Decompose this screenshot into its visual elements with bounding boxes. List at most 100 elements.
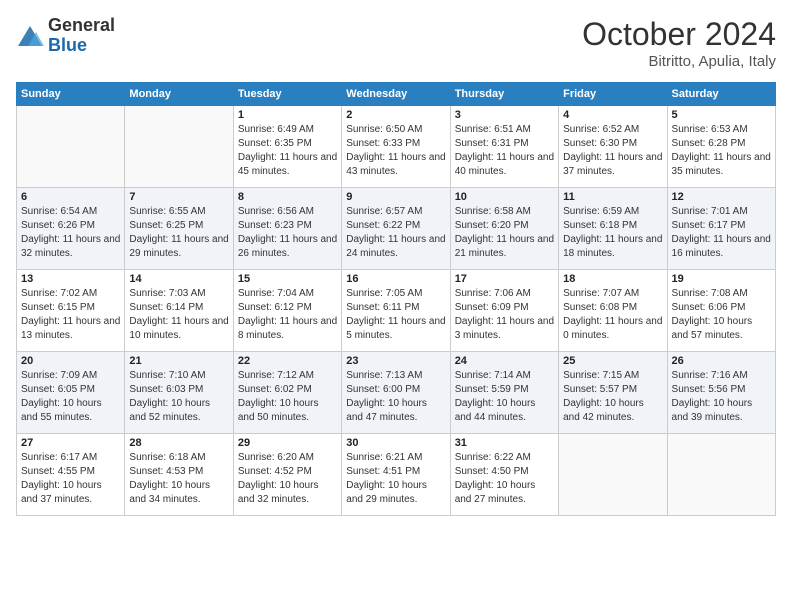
- day-number: 15: [238, 273, 337, 285]
- day-number: 28: [129, 437, 228, 449]
- title-block: October 2024 Bitritto, Apulia, Italy: [582, 16, 776, 70]
- day-info: Sunrise: 6:57 AM Sunset: 6:22 PM Dayligh…: [346, 205, 445, 261]
- day-info: Sunrise: 7:02 AM Sunset: 6:15 PM Dayligh…: [21, 287, 120, 343]
- day-info: Sunrise: 7:15 AM Sunset: 5:57 PM Dayligh…: [563, 369, 662, 425]
- day-number: 12: [672, 191, 771, 203]
- calendar-week-row: 1 Sunrise: 6:49 AM Sunset: 6:35 PM Daylig…: [17, 106, 776, 188]
- calendar-week-row: 20Sunrise: 7:09 AM Sunset: 6:05 PM Dayli…: [17, 352, 776, 434]
- table-row: 13 Sunrise: 7:02 AM Sunset: 6:15 PM Dayli…: [17, 270, 125, 352]
- logo-general-text: General: [48, 16, 115, 36]
- day-number: 5: [672, 109, 771, 121]
- table-row: 25 Sunrise: 7:15 AM Sunset: 5:57 PM Dayli…: [559, 352, 667, 434]
- day-info: Sunrise: 6:22 AM Sunset: 4:50 PM Dayligh…: [455, 451, 554, 507]
- logo-icon: [16, 22, 44, 50]
- day-number: 1: [238, 109, 337, 121]
- table-row: 23 Sunrise: 7:13 AM Sunset: 6:00 PM Dayli…: [342, 352, 450, 434]
- table-row: 28 Sunrise: 6:18 AM Sunset: 4:53 PM Dayli…: [125, 434, 233, 516]
- table-row: 19 Sunrise: 7:08 AM Sunset: 6:06 PM Dayli…: [667, 270, 775, 352]
- day-info: Sunrise: 7:10 AM Sunset: 6:03 PM Dayligh…: [129, 369, 228, 425]
- day-info: Sunrise: 7:08 AM Sunset: 6:06 PM Dayligh…: [672, 287, 771, 343]
- page: General Blue October 2024 Bitritto, Apul…: [0, 0, 792, 612]
- day-info: Sunrise: 7:12 AM Sunset: 6:02 PM Dayligh…: [238, 369, 337, 425]
- table-row: 7 Sunrise: 6:55 AM Sunset: 6:25 PM Daylig…: [125, 188, 233, 270]
- table-row: 10 Sunrise: 6:58 AM Sunset: 6:20 PM Dayli…: [450, 188, 558, 270]
- table-row: 2 Sunrise: 6:50 AM Sunset: 6:33 PM Daylig…: [342, 106, 450, 188]
- day-number: 11: [563, 191, 662, 203]
- table-row: 14 Sunrise: 7:03 AM Sunset: 6:14 PM Dayli…: [125, 270, 233, 352]
- table-row: 29 Sunrise: 6:20 AM Sunset: 4:52 PM Dayli…: [233, 434, 341, 516]
- day-info: Sunrise: 6:52 AM Sunset: 6:30 PM Dayligh…: [563, 123, 662, 179]
- day-number: 17: [455, 273, 554, 285]
- col-saturday: Saturday: [667, 83, 775, 106]
- table-row: 17Sunrise: 7:06 AM Sunset: 6:09 PM Dayli…: [450, 270, 558, 352]
- day-number: 3: [455, 109, 554, 121]
- table-row: 11Sunrise: 6:59 AM Sunset: 6:18 PM Dayli…: [559, 188, 667, 270]
- table-row: 4Sunrise: 6:52 AM Sunset: 6:30 PM Daylig…: [559, 106, 667, 188]
- day-info: Sunrise: 7:01 AM Sunset: 6:17 PM Dayligh…: [672, 205, 771, 261]
- table-row: 9 Sunrise: 6:57 AM Sunset: 6:22 PM Daylig…: [342, 188, 450, 270]
- day-number: 14: [129, 273, 228, 285]
- day-info: Sunrise: 6:58 AM Sunset: 6:20 PM Dayligh…: [455, 205, 554, 261]
- day-number: 10: [455, 191, 554, 203]
- table-row: 30 Sunrise: 6:21 AM Sunset: 4:51 PM Dayli…: [342, 434, 450, 516]
- day-number: 7: [129, 191, 228, 203]
- day-number: 19: [672, 273, 771, 285]
- day-number: 13: [21, 273, 120, 285]
- table-row: [667, 434, 775, 516]
- day-info: Sunrise: 7:13 AM Sunset: 6:00 PM Dayligh…: [346, 369, 445, 425]
- day-info: Sunrise: 7:05 AM Sunset: 6:11 PM Dayligh…: [346, 287, 445, 343]
- day-number: 2: [346, 109, 445, 121]
- table-row: 20Sunrise: 7:09 AM Sunset: 6:05 PM Dayli…: [17, 352, 125, 434]
- day-number: 23: [346, 355, 445, 367]
- table-row: 6Sunrise: 6:54 AM Sunset: 6:26 PM Daylig…: [17, 188, 125, 270]
- day-number: 16: [346, 273, 445, 285]
- logo-blue-text: Blue: [48, 36, 115, 56]
- day-info: Sunrise: 6:21 AM Sunset: 4:51 PM Dayligh…: [346, 451, 445, 507]
- day-number: 21: [129, 355, 228, 367]
- table-row: 27Sunrise: 6:17 AM Sunset: 4:55 PM Dayli…: [17, 434, 125, 516]
- table-row: 12 Sunrise: 7:01 AM Sunset: 6:17 PM Dayli…: [667, 188, 775, 270]
- col-thursday: Thursday: [450, 83, 558, 106]
- day-info: Sunrise: 6:53 AM Sunset: 6:28 PM Dayligh…: [672, 123, 771, 179]
- calendar-table: Sunday Monday Tuesday Wednesday Thursday…: [16, 82, 776, 516]
- location-title: Bitritto, Apulia, Italy: [582, 53, 776, 70]
- logo: General Blue: [16, 16, 115, 56]
- day-info: Sunrise: 7:03 AM Sunset: 6:14 PM Dayligh…: [129, 287, 228, 343]
- day-info: Sunrise: 6:54 AM Sunset: 6:26 PM Dayligh…: [21, 205, 120, 261]
- table-row: 24Sunrise: 7:14 AM Sunset: 5:59 PM Dayli…: [450, 352, 558, 434]
- table-row: 1 Sunrise: 6:49 AM Sunset: 6:35 PM Daylig…: [233, 106, 341, 188]
- day-info: Sunrise: 6:55 AM Sunset: 6:25 PM Dayligh…: [129, 205, 228, 261]
- table-row: [125, 106, 233, 188]
- header: General Blue October 2024 Bitritto, Apul…: [16, 16, 776, 70]
- table-row: 22Sunrise: 7:12 AM Sunset: 6:02 PM Dayli…: [233, 352, 341, 434]
- table-row: 16 Sunrise: 7:05 AM Sunset: 6:11 PM Dayli…: [342, 270, 450, 352]
- day-info: Sunrise: 6:18 AM Sunset: 4:53 PM Dayligh…: [129, 451, 228, 507]
- col-wednesday: Wednesday: [342, 83, 450, 106]
- day-number: 25: [563, 355, 662, 367]
- day-info: Sunrise: 7:09 AM Sunset: 6:05 PM Dayligh…: [21, 369, 120, 425]
- table-row: 18Sunrise: 7:07 AM Sunset: 6:08 PM Dayli…: [559, 270, 667, 352]
- day-number: 9: [346, 191, 445, 203]
- day-info: Sunrise: 6:49 AM Sunset: 6:35 PM Dayligh…: [238, 123, 337, 179]
- table-row: 5 Sunrise: 6:53 AM Sunset: 6:28 PM Daylig…: [667, 106, 775, 188]
- table-row: 3Sunrise: 6:51 AM Sunset: 6:31 PM Daylig…: [450, 106, 558, 188]
- day-number: 29: [238, 437, 337, 449]
- day-info: Sunrise: 6:17 AM Sunset: 4:55 PM Dayligh…: [21, 451, 120, 507]
- calendar-week-row: 27Sunrise: 6:17 AM Sunset: 4:55 PM Dayli…: [17, 434, 776, 516]
- table-row: 21 Sunrise: 7:10 AM Sunset: 6:03 PM Dayli…: [125, 352, 233, 434]
- day-info: Sunrise: 7:16 AM Sunset: 5:56 PM Dayligh…: [672, 369, 771, 425]
- day-info: Sunrise: 7:04 AM Sunset: 6:12 PM Dayligh…: [238, 287, 337, 343]
- col-tuesday: Tuesday: [233, 83, 341, 106]
- day-info: Sunrise: 6:50 AM Sunset: 6:33 PM Dayligh…: [346, 123, 445, 179]
- calendar-header-row: Sunday Monday Tuesday Wednesday Thursday…: [17, 83, 776, 106]
- month-title: October 2024: [582, 16, 776, 53]
- table-row: 26Sunrise: 7:16 AM Sunset: 5:56 PM Dayli…: [667, 352, 775, 434]
- calendar-week-row: 13 Sunrise: 7:02 AM Sunset: 6:15 PM Dayli…: [17, 270, 776, 352]
- day-info: Sunrise: 6:56 AM Sunset: 6:23 PM Dayligh…: [238, 205, 337, 261]
- col-monday: Monday: [125, 83, 233, 106]
- table-row: 15 Sunrise: 7:04 AM Sunset: 6:12 PM Dayli…: [233, 270, 341, 352]
- day-info: Sunrise: 6:20 AM Sunset: 4:52 PM Dayligh…: [238, 451, 337, 507]
- col-friday: Friday: [559, 83, 667, 106]
- day-number: 30: [346, 437, 445, 449]
- day-number: 8: [238, 191, 337, 203]
